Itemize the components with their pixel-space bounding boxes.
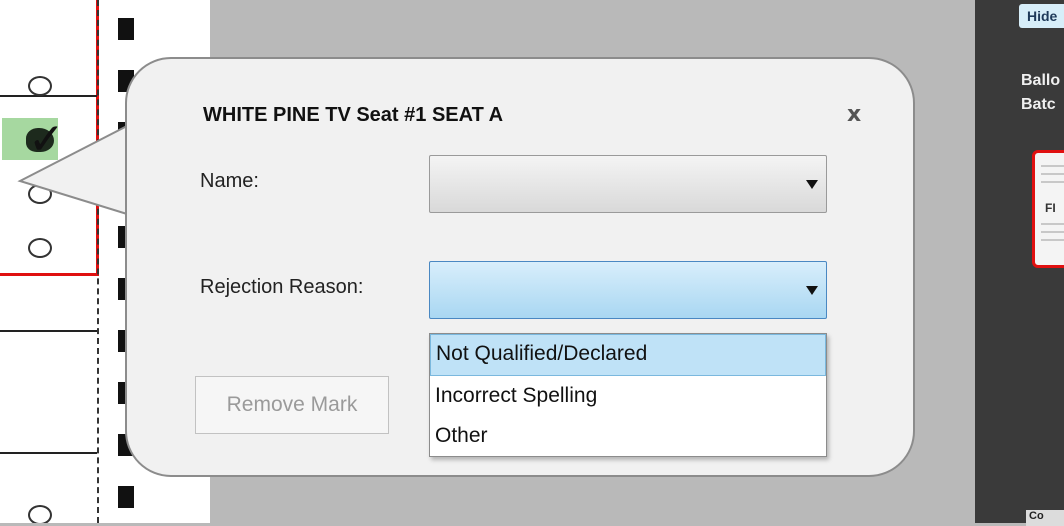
name-dropdown[interactable]	[429, 155, 827, 213]
ballot-rule	[0, 452, 97, 454]
right-side-panel: Hide Ballo Batc FI Co	[975, 0, 1064, 526]
ballot-label: Ballo	[1021, 72, 1061, 89]
rejection-reason-label: Rejection Reason:	[200, 276, 364, 298]
option-not-qualified[interactable]: Not Qualified/Declared	[430, 334, 826, 376]
rejection-reason-options: Not Qualified/Declared Incorrect Spellin…	[429, 333, 827, 457]
rejection-reason-dropdown[interactable]	[429, 261, 827, 319]
ballot-rule	[0, 330, 97, 332]
thumbnail-text: FI	[1045, 201, 1056, 215]
chevron-down-icon	[806, 286, 818, 295]
remove-mark-button[interactable]: Remove Mark	[195, 376, 389, 434]
vote-oval	[28, 505, 52, 523]
name-label: Name:	[200, 170, 259, 192]
close-icon[interactable]: x	[847, 102, 861, 127]
batch-label: Batc	[1021, 96, 1056, 113]
option-other[interactable]: Other	[430, 416, 826, 456]
dialog-title: WHITE PINE TV Seat #1 SEAT A	[203, 104, 504, 126]
bottom-tab[interactable]: Co	[1026, 510, 1064, 526]
chevron-down-icon	[806, 180, 818, 189]
option-incorrect-spelling[interactable]: Incorrect Spelling	[430, 376, 826, 416]
write-in-dialog: WHITE PINE TV Seat #1 SEAT A x Name: Rej…	[125, 57, 915, 477]
ballot-thumbnail[interactable]: FI	[1032, 150, 1064, 268]
hide-button[interactable]: Hide	[1019, 4, 1064, 28]
